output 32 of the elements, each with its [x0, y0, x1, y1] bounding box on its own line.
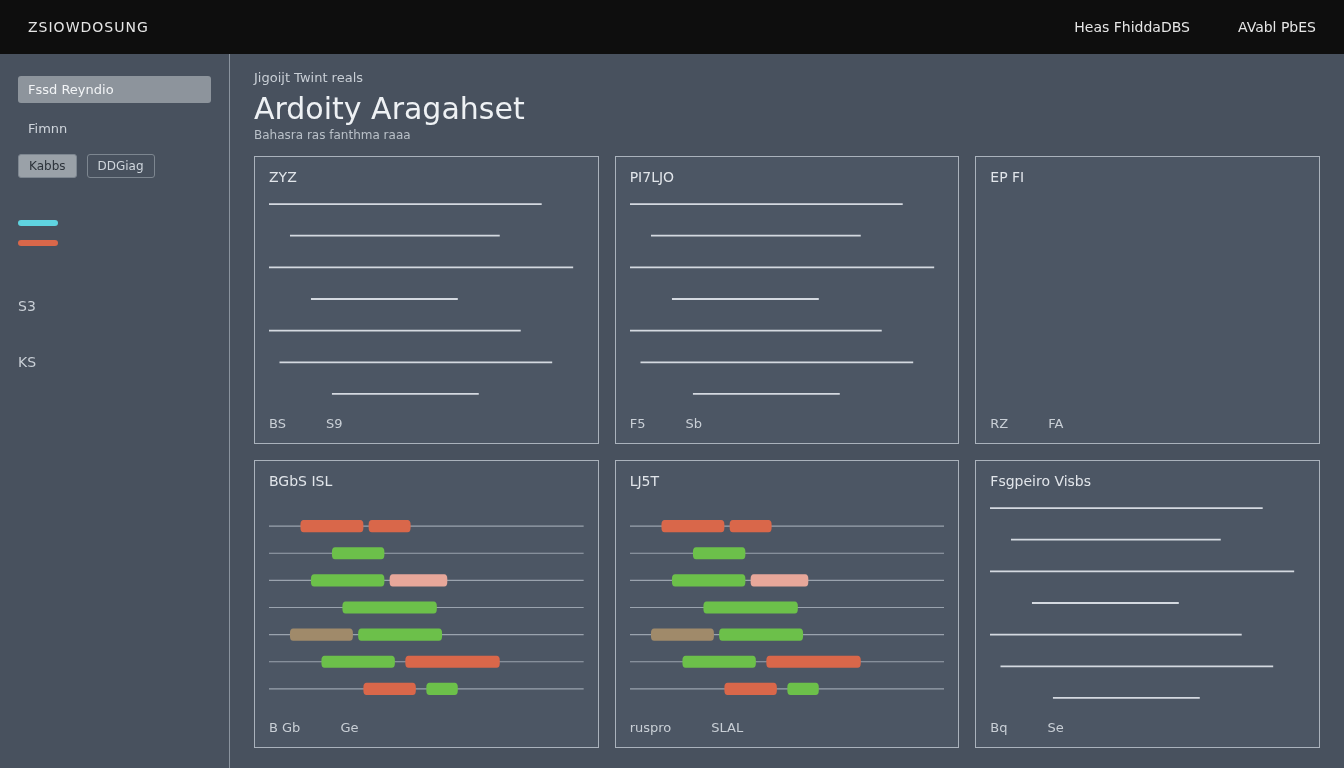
- page-subtitle: Bahasra ras fanthma raaa: [254, 128, 411, 142]
- panel-title: BGbS ISL: [269, 473, 333, 489]
- chart-label: S9: [325, 416, 343, 431]
- chart-label: ruspro: [629, 720, 672, 735]
- chart-label: RZ: [990, 416, 1009, 431]
- filter-item[interactable]: Fimnn: [18, 115, 211, 142]
- chart-label: B Gb: [269, 720, 301, 735]
- nav-link[interactable]: Heas FhiddaDBS: [1074, 19, 1190, 35]
- chart-label: Ge: [340, 720, 359, 735]
- chart-label: Bq: [990, 720, 1008, 735]
- panel-title: LJ5T: [629, 473, 660, 489]
- sidebar-label: KS: [18, 354, 37, 370]
- panel-title: Fsgpeiro Visbs: [990, 473, 1092, 489]
- filter-item[interactable]: Fssd Reyndio: [18, 76, 211, 103]
- filter-chip[interactable]: Kabbs: [18, 154, 77, 178]
- panel-title: EP FI: [990, 169, 1025, 185]
- line-swatch-icon: [18, 240, 58, 246]
- chart-label: SLAL: [711, 720, 744, 735]
- line-swatch-icon: [18, 220, 58, 226]
- panel-title: PI7LJO: [629, 169, 675, 185]
- sidebar-label: S3: [18, 298, 36, 314]
- chart-label: Sb: [685, 416, 702, 431]
- chart-label: FA: [1048, 416, 1064, 431]
- chart-label: Se: [1047, 720, 1064, 735]
- panel-title: ZYZ: [269, 169, 297, 185]
- brand-label: ZSIOWDOSUNG: [28, 19, 149, 35]
- chart-label: F5: [629, 416, 646, 431]
- filter-chip[interactable]: DDGiag: [86, 154, 155, 178]
- nav-link[interactable]: AVabl PbES: [1237, 19, 1316, 35]
- page-title: Ardoity Aragahset: [254, 91, 525, 126]
- chart-label: BS: [269, 416, 286, 431]
- page-caption: Jigoijt Twint reals: [254, 70, 363, 85]
